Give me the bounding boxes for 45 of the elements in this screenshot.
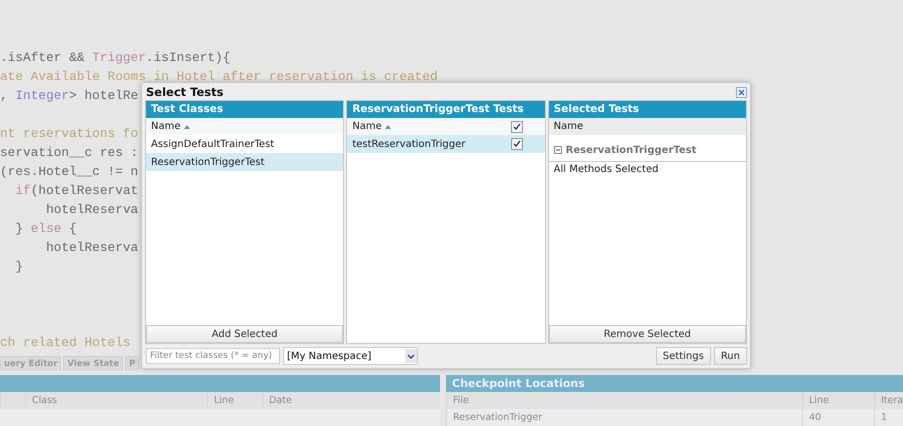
code-line: ate Available Rooms in Hotel after reservation is created	[0, 68, 438, 86]
class-row[interactable]: ReservationTriggerTest	[146, 153, 344, 171]
add-selected-button[interactable]: Add Selected	[146, 325, 344, 343]
group-name: ReservationTriggerTest	[566, 144, 696, 156]
column-header: File	[446, 392, 802, 409]
panel-header: Selected Tests	[548, 101, 746, 118]
run-button[interactable]: Run	[714, 347, 747, 365]
column-header: Class	[25, 392, 207, 409]
checkbox[interactable]	[510, 138, 523, 150]
code-line: , Integer> hotelRe	[0, 87, 138, 105]
panel-header: Checkpoint Locations	[446, 375, 903, 392]
code-line: if(hotelReservat	[14, 182, 138, 200]
dialog-title: Select Tests	[146, 85, 224, 99]
chevron-down-icon[interactable]	[405, 349, 417, 363]
table-cell: ReservationTrigger	[446, 409, 802, 426]
remove-selected-button[interactable]: Remove Selected	[548, 325, 746, 343]
column-header[interactable]: Name	[151, 121, 181, 132]
sort-ascending-icon	[384, 124, 391, 128]
column-header: Line	[802, 392, 874, 409]
code-line: .isAfter && Trigger.isInsert){	[0, 49, 230, 67]
column-header[interactable]: Name	[352, 121, 382, 132]
sort-ascending-icon	[184, 124, 190, 128]
column-header: Line	[207, 392, 262, 409]
code-line: nt reservations fo	[0, 125, 138, 143]
checkbox[interactable]	[510, 120, 523, 132]
column-header: Itera	[874, 392, 903, 409]
table-cell: 1	[874, 409, 903, 426]
panel-header: Test Classes	[146, 101, 344, 118]
column-header: Name	[554, 121, 584, 132]
collapse-icon[interactable]	[554, 146, 562, 154]
table-cell: 40	[802, 409, 874, 426]
close-button[interactable]	[736, 86, 747, 98]
panel-header: ReservationTriggerTest Tests	[347, 101, 545, 118]
filter-field[interactable]: Filter test classes (* = any)	[146, 348, 280, 364]
code-line: } else {	[14, 220, 77, 238]
code-line: ch related Hotels	[0, 334, 131, 352]
code-line: hotelReserva	[45, 239, 138, 257]
column-header: Date	[262, 392, 440, 409]
namespace-dropdown[interactable]: [My Namespace]	[283, 347, 418, 365]
code-line: (res.Hotel__c != n	[0, 163, 138, 181]
code-line: hotelReserva	[45, 201, 138, 219]
code-line: servation__c res :	[0, 144, 138, 162]
settings-button[interactable]: Settings	[656, 347, 711, 365]
code-line: }	[14, 258, 24, 276]
selected-item: All Methods Selected	[552, 163, 660, 177]
